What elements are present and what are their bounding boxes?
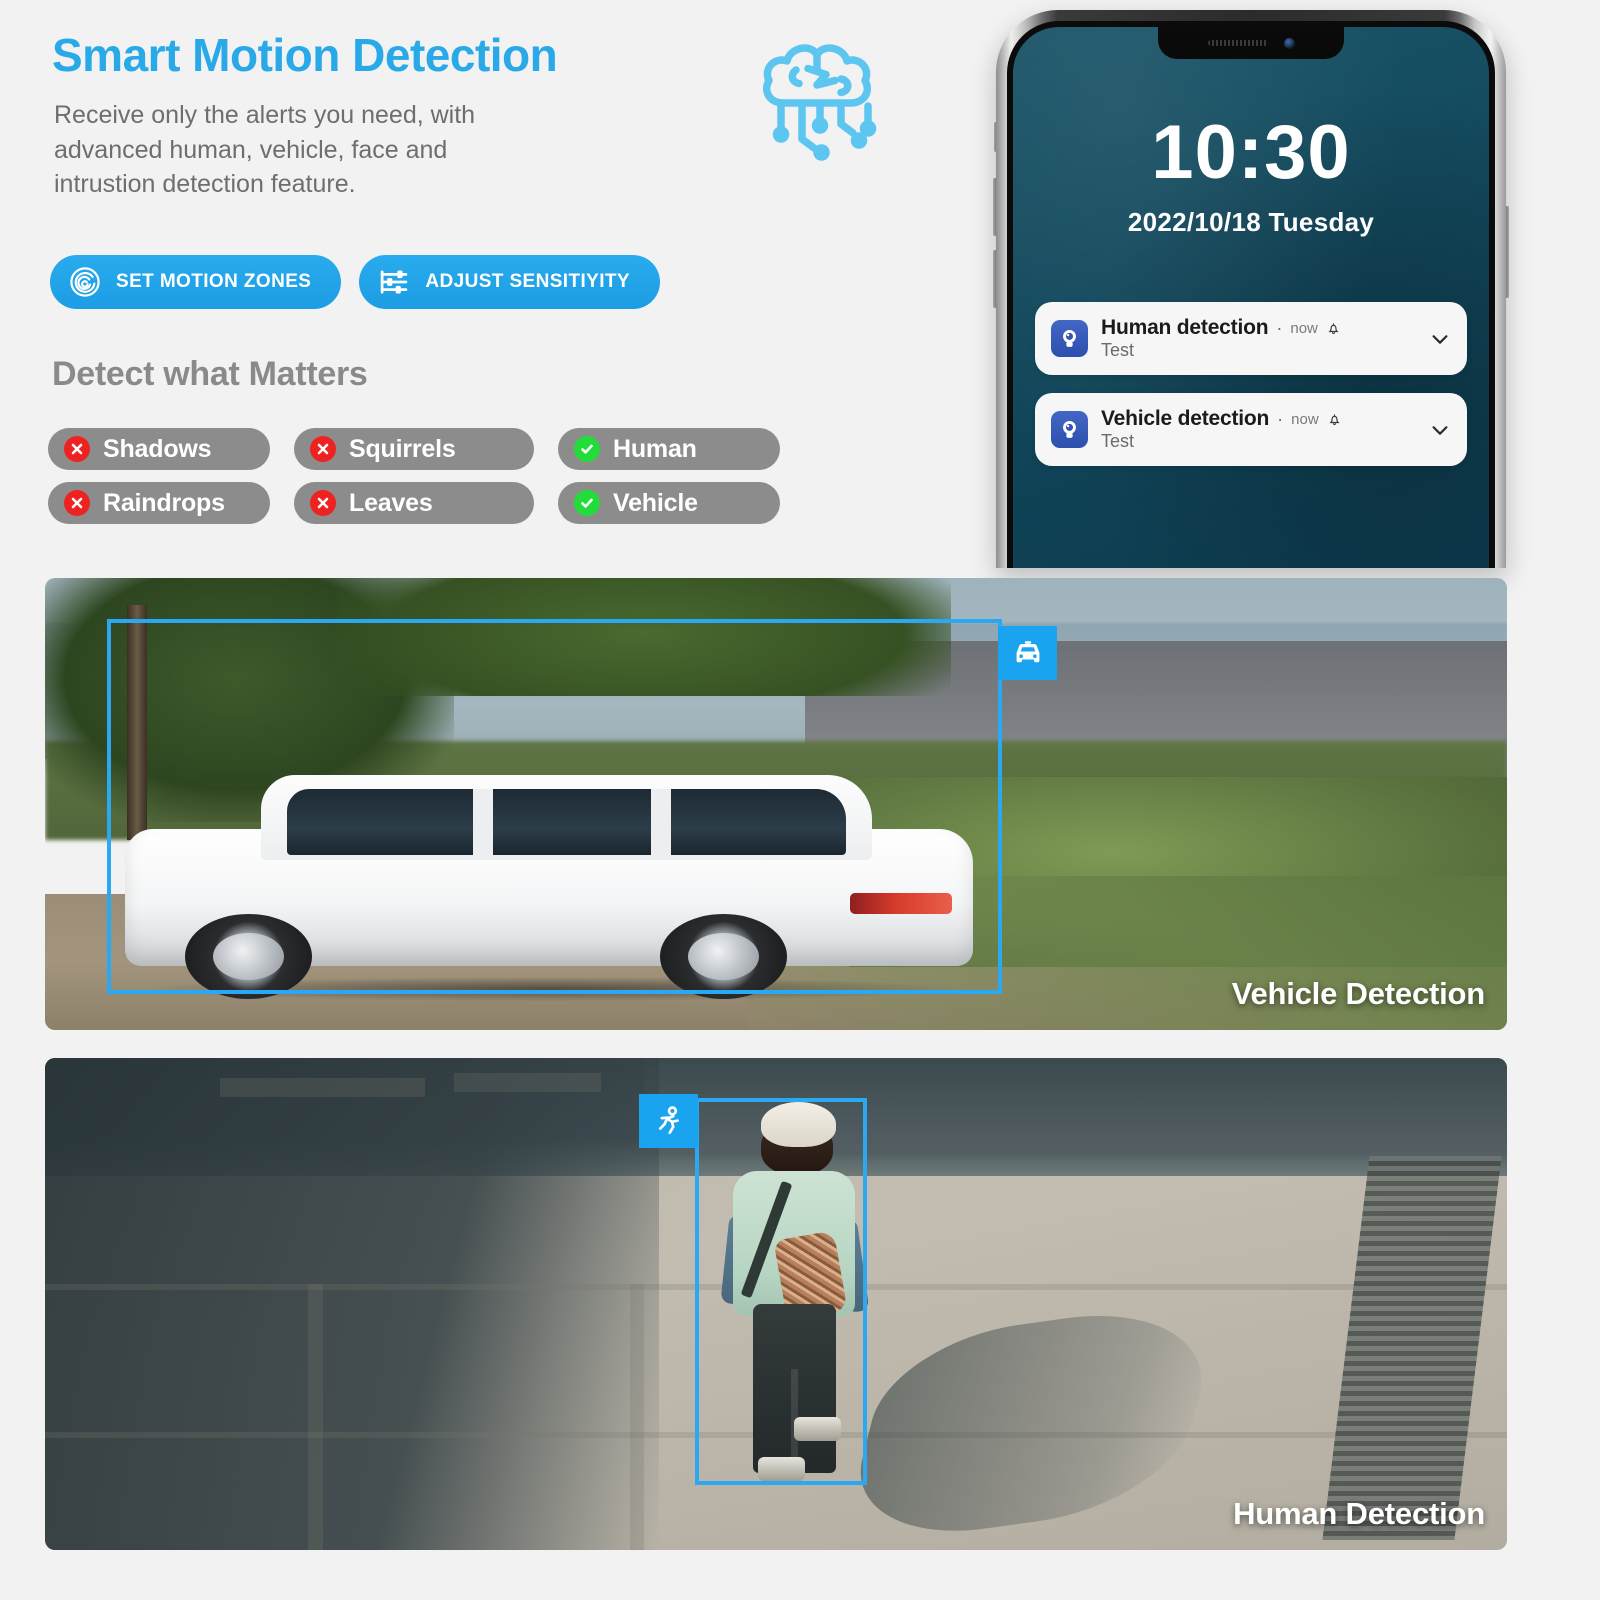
vehicle-scene-label: Vehicle Detection xyxy=(1231,976,1486,1011)
page-subtitle: Receive only the alerts you need, with a… xyxy=(54,101,476,198)
chip-raindrops[interactable]: Raindrops xyxy=(48,482,270,524)
notification-human-detection[interactable]: Human detection · now Test xyxy=(1035,302,1467,375)
notification-time: now xyxy=(1291,410,1319,428)
motion-radar-icon xyxy=(68,265,102,299)
chip-human[interactable]: Human xyxy=(558,428,780,470)
notification-separator: · xyxy=(1277,408,1284,429)
chevron-down-icon[interactable] xyxy=(1429,328,1451,350)
chip-label: Shadows xyxy=(103,434,212,463)
chip-vehicle[interactable]: Vehicle xyxy=(558,482,780,524)
phone-screen: 10:30 2022/10/18 Tuesday Human detection… xyxy=(1013,27,1489,568)
notification-title: Human detection xyxy=(1101,316,1269,339)
notification-title-row: Vehicle detection · now xyxy=(1101,407,1416,431)
phone-notch xyxy=(1158,27,1344,59)
vehicle-bounding-box xyxy=(107,619,1002,994)
lockscreen-date: 2022/10/18 Tuesday xyxy=(1127,207,1375,237)
cross-circle-icon xyxy=(310,436,336,462)
scene-tile-marking xyxy=(220,1077,426,1098)
notification-text: Human detection · now Test xyxy=(1101,316,1416,361)
check-circle-icon xyxy=(574,436,600,462)
phone-frame: 10:30 2022/10/18 Tuesday Human detection… xyxy=(996,10,1506,568)
notification-body: Test xyxy=(1101,431,1135,451)
bell-icon xyxy=(1327,412,1342,427)
phone-mockup: 10:30 2022/10/18 Tuesday Human detection… xyxy=(993,10,1509,568)
scene-building-shadow xyxy=(45,1058,660,1550)
cta-row: SET MOTION ZONES ADJUST SENSITIYITY xyxy=(50,255,660,309)
notification-vehicle-detection[interactable]: Vehicle detection · now Test xyxy=(1035,393,1467,466)
bell-icon xyxy=(1326,321,1341,336)
notification-title-row: Human detection · now xyxy=(1101,316,1416,340)
camera-app-icon xyxy=(1051,411,1088,448)
chip-label: Vehicle xyxy=(613,488,698,517)
notification-list: Human detection · now Test Vehicle detec… xyxy=(1035,302,1467,484)
cross-circle-icon xyxy=(64,436,90,462)
lockscreen-time: 10:30 xyxy=(1151,110,1351,195)
notification-title: Vehicle detection xyxy=(1101,407,1270,430)
detection-chip-grid: Shadows Squirrels Human Raindrops Leaves xyxy=(48,428,780,524)
chip-leaves[interactable]: Leaves xyxy=(294,482,534,524)
scene-pavement-seam xyxy=(308,1284,323,1550)
adjust-sensitivity-label: ADJUST SENSITIYITY xyxy=(425,271,630,292)
vehicle-detection-scene: Vehicle Detection xyxy=(45,578,1507,1030)
notification-time: now xyxy=(1290,319,1318,337)
human-detection-scene: Human Detection xyxy=(45,1058,1507,1550)
set-motion-zones-button[interactable]: SET MOTION ZONES xyxy=(50,255,342,309)
phone-bezel: 10:30 2022/10/18 Tuesday Human detection… xyxy=(1007,21,1495,568)
chip-squirrels[interactable]: Squirrels xyxy=(294,428,534,470)
chip-label: Leaves xyxy=(349,488,433,517)
adjust-sensitivity-button[interactable]: ADJUST SENSITIYITY xyxy=(359,255,660,309)
smart-motion-detection-page: Smart Motion Detection Receive only the … xyxy=(0,0,1600,1600)
detect-section-title: Detect what Matters xyxy=(52,355,368,393)
chip-label: Squirrels xyxy=(349,434,456,463)
notification-text: Vehicle detection · now Test xyxy=(1101,407,1416,452)
earpiece-grille-icon xyxy=(1207,40,1268,46)
scene-tile-marking xyxy=(454,1072,601,1093)
human-scene-label: Human Detection xyxy=(1233,1496,1485,1531)
scene-pavement-seam xyxy=(629,1284,645,1550)
ai-brain-icon xyxy=(742,28,892,178)
sliders-icon xyxy=(377,265,411,299)
car-front-icon xyxy=(998,626,1057,680)
chip-label: Human xyxy=(613,434,697,463)
page-title: Smart Motion Detection xyxy=(52,29,558,81)
set-motion-zones-label: SET MOTION ZONES xyxy=(116,271,312,292)
chip-label: Raindrops xyxy=(103,488,225,517)
chevron-down-icon[interactable] xyxy=(1429,419,1451,441)
chip-shadows[interactable]: Shadows xyxy=(48,428,270,470)
human-bounding-box xyxy=(695,1098,867,1485)
running-person-icon xyxy=(639,1094,698,1148)
notification-body: Test xyxy=(1101,340,1135,360)
notification-separator: · xyxy=(1276,317,1283,338)
camera-app-icon xyxy=(1051,320,1088,357)
check-circle-icon xyxy=(574,490,600,516)
cross-circle-icon xyxy=(310,490,336,516)
front-camera-icon xyxy=(1283,37,1295,49)
cross-circle-icon xyxy=(64,490,90,516)
